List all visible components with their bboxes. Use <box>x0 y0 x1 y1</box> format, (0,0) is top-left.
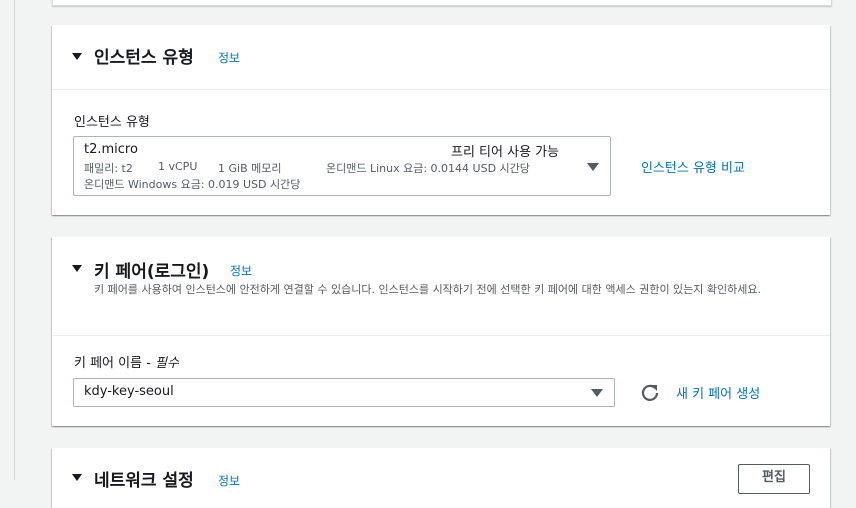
chevron-down-icon <box>587 163 599 171</box>
key-pair-select[interactable]: kdy-key-seoul <box>73 378 615 407</box>
edit-button[interactable]: 편집 <box>738 464 810 494</box>
windows-price-text: 온디맨드 Windows 요금: 0.019 USD 시간당 <box>84 178 301 191</box>
compare-instance-types-link[interactable]: 인스턴스 유형 비교 <box>641 157 745 176</box>
info-link[interactable]: 정보 <box>230 262 252 279</box>
key-pair-name-label: 키 페어 이름 - 필수 <box>74 352 179 371</box>
instance-type-select[interactable]: t2.micro 프리 티어 사용 가능 패밀리: t2 1 vCPU 1 Gi… <box>73 136 611 196</box>
instance-type-value: t2.micro <box>84 142 138 157</box>
chevron-down-icon <box>591 389 603 397</box>
info-link[interactable]: 정보 <box>218 472 240 489</box>
collapse-caret-icon[interactable] <box>72 53 82 60</box>
info-link[interactable]: 정보 <box>218 49 240 66</box>
instance-type-label: 인스턴스 유형 <box>74 115 150 130</box>
linux-price-text: 온디맨드 Linux 요금: 0.0144 USD 시간당 <box>326 162 530 175</box>
free-tier-badge: 프리 티어 사용 가능 <box>451 145 560 160</box>
section-title: 네트워크 설정 <box>94 471 194 491</box>
previous-section-panel <box>52 0 832 6</box>
page-left-edge <box>0 0 15 480</box>
instance-type-card: 인스턴스 유형 정보 인스턴스 유형 t2.micro 프리 티어 사용 가능 … <box>52 25 830 215</box>
key-pair-header: 키 페어(로그인) 정보 키 페어를 사용하여 인스턴스에 안전하게 연결할 수… <box>52 237 830 336</box>
section-title: 인스턴스 유형 <box>94 48 194 68</box>
key-pair-card: 키 페어(로그인) 정보 키 페어를 사용하여 인스턴스에 안전하게 연결할 수… <box>52 237 830 426</box>
section-title: 키 페어(로그인) <box>94 262 210 282</box>
vcpu-text: 1 vCPU <box>158 160 198 173</box>
network-settings-card: 네트워크 설정 정보 편집 <box>52 448 830 508</box>
key-pair-value: kdy-key-seoul <box>84 384 174 399</box>
memory-text: 1 GiB 메모리 <box>218 162 282 175</box>
key-pair-description: 키 페어를 사용하여 인스턴스에 안전하게 연결할 수 있습니다. 인스턴스를 … <box>94 283 762 296</box>
collapse-caret-icon[interactable] <box>72 265 82 272</box>
required-text: 필수 <box>155 356 179 371</box>
key-pair-name-label-text: 키 페어 이름 - <box>74 356 156 371</box>
family-text: 패밀리: t2 <box>84 162 133 175</box>
refresh-icon[interactable] <box>640 382 660 402</box>
instance-type-header: 인스턴스 유형 정보 <box>52 25 830 90</box>
create-key-pair-link[interactable]: 새 키 페어 생성 <box>676 383 760 402</box>
